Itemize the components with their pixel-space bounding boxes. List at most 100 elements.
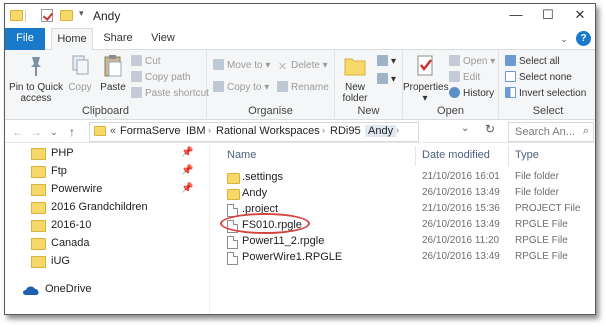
pin-icon[interactable]: 📌: [181, 147, 193, 158]
column-header-name[interactable]: Name: [227, 149, 256, 161]
nav-item-powerwire[interactable]: Powerwire 📌: [5, 181, 205, 199]
recent-locations-icon[interactable]: ⌄: [47, 124, 61, 140]
breadcrumb-separator-icon[interactable]: ›: [208, 125, 211, 135]
file-row[interactable]: .settings 21/10/2016 16:01 File folder: [215, 170, 595, 186]
history-label: History: [463, 88, 495, 99]
chevron-down-icon[interactable]: ⌄: [557, 32, 571, 46]
clipboard-group: Pin to Quick access Copy Paste Cut Copy …: [5, 50, 209, 120]
pin-icon[interactable]: 📌: [181, 165, 193, 176]
tab-home[interactable]: Home: [51, 28, 93, 51]
tab-file[interactable]: File: [5, 28, 45, 50]
back-arrow-icon[interactable]: ←: [11, 124, 25, 140]
nav-item-ftp[interactable]: Ftp 📌: [5, 163, 205, 181]
paste-shortcut-button[interactable]: Paste shortcut: [131, 86, 209, 101]
refresh-icon[interactable]: ↻: [485, 122, 495, 136]
folder-icon: [94, 126, 106, 136]
file-row[interactable]: Power11_2.rpgle 26/10/2016 11:20 RPGLE F…: [215, 234, 595, 250]
move-to-icon: [213, 59, 224, 70]
tab-view[interactable]: View: [143, 28, 183, 50]
breadcrumb-andy[interactable]: Andy: [365, 125, 397, 137]
new-group: New folder ▾ ▾ New: [335, 50, 403, 120]
easy-access-button[interactable]: ▾: [377, 72, 396, 87]
address-bar[interactable]: « FormaServe › IBM › Rational Workspaces…: [89, 122, 419, 142]
cut-button[interactable]: Cut: [131, 54, 161, 69]
paste-shortcut-icon: [131, 87, 142, 98]
file-date: 26/10/2016 13:49: [422, 187, 500, 198]
file-name: Power11_2.rpgle: [242, 235, 325, 247]
rename-button[interactable]: Rename: [277, 80, 329, 95]
ribbon-tabs: File Home Share View ⌄ ?: [5, 28, 595, 51]
pane-divider[interactable]: [209, 144, 210, 314]
nav-item-php[interactable]: PHP 📌: [5, 145, 205, 163]
select-none-button[interactable]: Select none: [505, 70, 572, 85]
address-history-icon[interactable]: ⌄: [461, 123, 469, 134]
breadcrumb-ibm[interactable]: IBM: [186, 125, 206, 137]
forward-arrow-icon[interactable]: →: [29, 124, 43, 140]
new-item-button[interactable]: ▾: [377, 54, 396, 69]
select-all-button[interactable]: Select all: [505, 54, 560, 69]
folder-icon: [31, 202, 46, 214]
nav-item-label: Powerwire: [51, 183, 103, 195]
file-name: Andy: [242, 187, 268, 199]
delete-button[interactable]: ✕ Delete ▾: [277, 58, 328, 73]
search-box[interactable]: Search An... ⌕: [508, 122, 594, 142]
search-placeholder: Search An...: [515, 126, 575, 138]
properties-label: Properties: [403, 82, 449, 93]
nav-item-onedrive[interactable]: OneDrive: [5, 281, 205, 299]
copy-to-label: Copy to: [227, 82, 262, 93]
history-button[interactable]: History: [449, 86, 494, 101]
minimize-button[interactable]: —: [501, 4, 531, 26]
edit-button[interactable]: Edit: [449, 70, 480, 85]
close-button[interactable]: ✕: [565, 4, 595, 26]
maximize-button[interactable]: ☐: [533, 4, 563, 26]
file-row[interactable]: Andy 26/10/2016 13:49 File folder: [215, 186, 595, 202]
breadcrumb-formaserve[interactable]: FormaServe: [120, 125, 181, 137]
breadcrumb-separator-icon[interactable]: ›: [322, 125, 325, 135]
up-arrow-icon[interactable]: ↑: [65, 124, 79, 140]
open-label: Open: [463, 56, 488, 67]
copy-path-button[interactable]: Copy path: [131, 70, 191, 85]
nav-item-label: Ftp: [51, 165, 67, 177]
column-separator[interactable]: [415, 146, 416, 166]
move-to-button[interactable]: Move to ▾: [213, 58, 270, 73]
nav-item-canada[interactable]: Canada: [5, 235, 205, 253]
invert-selection-button[interactable]: Invert selection: [505, 86, 586, 101]
pin-to-quick-access-button[interactable]: Pin to Quick access: [7, 54, 65, 104]
breadcrumb-overflow[interactable]: «: [110, 125, 116, 137]
breadcrumb-rational-workspaces[interactable]: Rational Workspaces: [216, 125, 320, 137]
file-row[interactable]: FS010.rpgle 26/10/2016 13:49 RPGLE File: [215, 218, 595, 234]
ribbon: Pin to Quick access Copy Paste Cut Copy …: [5, 50, 595, 120]
column-separator[interactable]: [508, 146, 509, 166]
file-icon: [227, 204, 238, 217]
copy-button[interactable]: Copy: [65, 54, 95, 93]
properties-button[interactable]: Properties ▾: [403, 54, 449, 104]
breadcrumb-separator-icon[interactable]: ›: [396, 125, 399, 135]
customize-quick-access-icon[interactable]: ▾: [79, 8, 84, 19]
open-group: Properties ▾ Open ▾ Edit History Open: [403, 50, 499, 120]
file-row[interactable]: .project 21/10/2016 15:36 PROJECT File: [215, 202, 595, 218]
move-to-label: Move to: [227, 60, 263, 71]
help-icon[interactable]: ?: [576, 31, 591, 46]
folder-icon: [31, 184, 46, 196]
tab-share[interactable]: Share: [97, 28, 139, 50]
new-folder-button[interactable]: New folder: [337, 54, 373, 104]
breadcrumb-separator-icon[interactable]: ›: [358, 125, 361, 135]
nav-item-iug[interactable]: iUG: [5, 253, 205, 271]
file-row[interactable]: PowerWire1.RPGLE 26/10/2016 13:49 RPGLE …: [215, 250, 595, 266]
pin-icon[interactable]: 📌: [181, 183, 193, 194]
breadcrumb-separator-icon[interactable]: ›: [178, 125, 181, 135]
breadcrumb-rdi95[interactable]: RDi95: [330, 125, 361, 137]
column-header-date[interactable]: Date modified: [422, 149, 490, 161]
copy-to-button[interactable]: Copy to ▾: [213, 80, 269, 95]
column-header-type[interactable]: Type: [515, 149, 539, 161]
select-all-icon: [505, 55, 516, 66]
properties-quick-icon[interactable]: [41, 9, 53, 22]
nav-item-2016-10[interactable]: 2016-10: [5, 217, 205, 235]
paste-button[interactable]: Paste: [97, 54, 129, 93]
folder-icon: [31, 238, 46, 250]
open-button[interactable]: Open ▾: [449, 54, 495, 69]
nav-item-2016-grandchildren[interactable]: 2016 Grandchildren: [5, 199, 205, 217]
new-folder-quick-icon[interactable]: [60, 10, 73, 21]
select-all-label: Select all: [519, 56, 560, 67]
copy-path-icon: [131, 71, 142, 82]
